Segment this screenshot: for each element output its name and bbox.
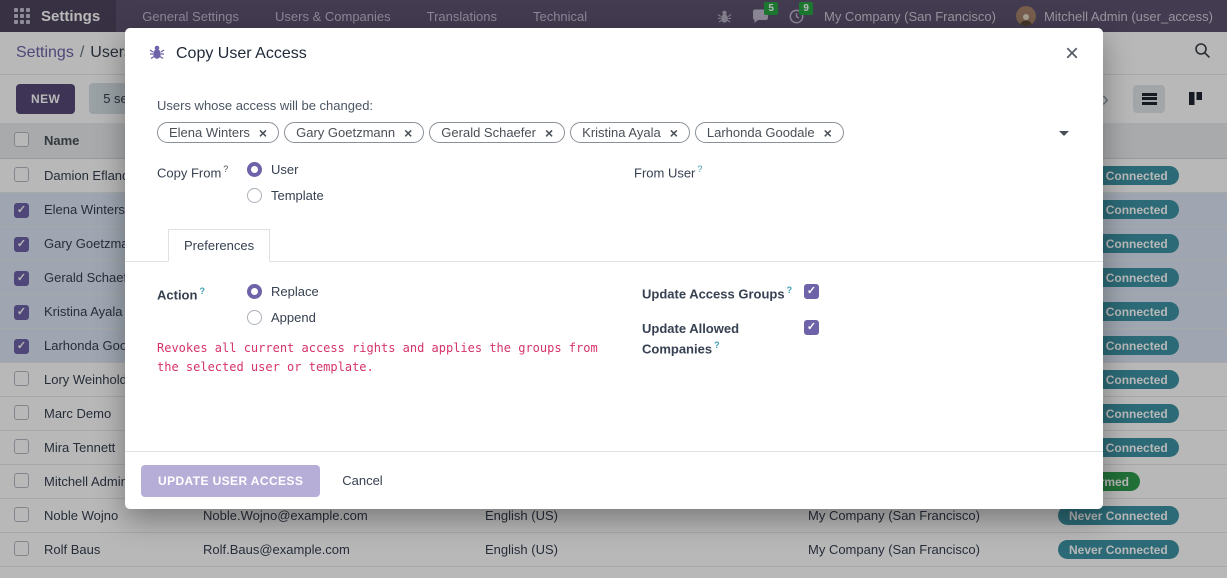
help-icon[interactable]: ? xyxy=(223,164,228,174)
screen: Settings General SettingsUsers & Compani… xyxy=(0,0,1227,578)
user-tag[interactable]: Elena Winters × xyxy=(157,122,279,143)
dialog-title: Copy User Access xyxy=(176,45,307,63)
tag-remove-icon[interactable]: × xyxy=(259,126,267,140)
update-user-access-button[interactable]: UPDATE USER ACCESS xyxy=(141,465,320,497)
update-access-groups-label: Update Access Groups? xyxy=(642,284,804,304)
tag-remove-icon[interactable]: × xyxy=(545,126,553,140)
tab-preferences[interactable]: Preferences xyxy=(168,229,270,262)
radio-option-user[interactable]: User xyxy=(247,162,324,177)
user-tag-label: Larhonda Goodale xyxy=(707,125,815,140)
radio-label[interactable]: Replace xyxy=(271,284,319,299)
radio-option-replace[interactable]: Replace xyxy=(247,284,319,299)
user-tag[interactable]: Kristina Ayala × xyxy=(570,122,690,143)
update-access-groups-field: Update Access Groups? xyxy=(642,284,1071,304)
action-field: Action? Replace Append xyxy=(157,284,602,325)
help-icon[interactable]: ? xyxy=(787,285,793,295)
update-allowed-companies-label: Update Allowed Companies? xyxy=(642,320,804,359)
user-tag[interactable]: Gary Goetzmann × xyxy=(284,122,424,143)
wizard-bug-icon xyxy=(149,44,165,65)
user-tag[interactable]: Gerald Schaefer × xyxy=(429,122,565,143)
radio-icon[interactable] xyxy=(247,188,262,203)
users-field-label: Users whose access will be changed: xyxy=(157,98,1071,113)
close-icon[interactable]: × xyxy=(1065,42,1079,66)
copy-user-access-dialog: Copy User Access × Users whose access wi… xyxy=(125,28,1103,509)
dialog-footer: UPDATE USER ACCESS Cancel xyxy=(125,451,1103,509)
dropdown-caret-icon[interactable] xyxy=(1059,131,1069,136)
cancel-button[interactable]: Cancel xyxy=(332,464,392,497)
help-icon[interactable]: ? xyxy=(697,164,702,174)
radio-option-template[interactable]: Template xyxy=(247,188,324,203)
from-user-field: From User? xyxy=(634,162,1071,203)
radio-icon[interactable] xyxy=(247,284,262,299)
radio-label[interactable]: Template xyxy=(271,188,324,203)
from-user-label: From User? xyxy=(634,162,702,180)
tag-remove-icon[interactable]: × xyxy=(824,126,832,140)
copy-from-field: Copy From? User Template xyxy=(157,162,594,203)
dialog-header: Copy User Access × xyxy=(125,28,1103,76)
preferences-pane: Action? Replace Append Revokes all curren… xyxy=(157,284,1071,377)
radio-option-append[interactable]: Append xyxy=(247,310,319,325)
radio-icon[interactable] xyxy=(247,162,262,177)
copy-from-radios: User Template xyxy=(247,162,324,203)
user-tag-label: Kristina Ayala xyxy=(582,125,661,140)
notebook-tabs: Preferences xyxy=(125,229,1103,262)
update-allowed-companies-checkbox[interactable] xyxy=(804,320,819,335)
user-tag-label: Elena Winters xyxy=(169,125,250,140)
action-label: Action? xyxy=(157,284,247,302)
user-tag-label: Gerald Schaefer xyxy=(441,125,536,140)
copy-from-label: Copy From? xyxy=(157,162,247,180)
radio-label[interactable]: User xyxy=(271,162,298,177)
action-radios: Replace Append xyxy=(247,284,319,325)
update-access-groups-checkbox[interactable] xyxy=(804,284,819,299)
dialog-body: Users whose access will be changed: Elen… xyxy=(125,76,1103,451)
user-tags: Elena Winters×Gary Goetzmann×Gerald Scha… xyxy=(157,122,1047,143)
user-tag[interactable]: Larhonda Goodale × xyxy=(695,122,844,143)
user-tag-label: Gary Goetzmann xyxy=(296,125,395,140)
help-icon[interactable]: ? xyxy=(199,286,205,296)
help-icon[interactable]: ? xyxy=(714,340,720,350)
replace-warning-text: Revokes all current access rights and ap… xyxy=(157,339,602,377)
tag-remove-icon[interactable]: × xyxy=(404,126,412,140)
radio-icon[interactable] xyxy=(247,310,262,325)
update-allowed-companies-field: Update Allowed Companies? xyxy=(642,320,1071,359)
users-tags-field[interactable]: Elena Winters×Gary Goetzmann×Gerald Scha… xyxy=(157,122,1071,143)
tag-remove-icon[interactable]: × xyxy=(670,126,678,140)
radio-label[interactable]: Append xyxy=(271,310,316,325)
